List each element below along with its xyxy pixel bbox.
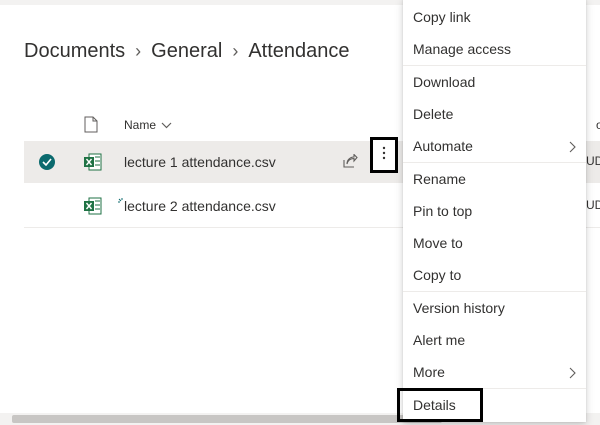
menu-item-label: Download: [413, 74, 476, 90]
chevron-right-icon: [569, 140, 576, 156]
details-highlight-box: [397, 388, 483, 422]
name-column-header[interactable]: Name: [124, 118, 172, 132]
menu-item-rename[interactable]: Rename: [403, 163, 586, 195]
modified-value: UD: [586, 198, 600, 212]
menu-item-version-history[interactable]: Version history: [403, 292, 586, 324]
menu-item-pin-to-top[interactable]: Pin to top: [403, 195, 586, 227]
menu-item-copy-link[interactable]: Copy link: [403, 1, 586, 33]
menu-item-download[interactable]: Download: [403, 66, 586, 98]
share-icon[interactable]: [342, 153, 358, 173]
breadcrumb-general[interactable]: General: [151, 40, 222, 63]
menu-item-more[interactable]: More: [403, 356, 586, 388]
menu-item-move-to[interactable]: Move to: [403, 227, 586, 259]
menu-item-label: Rename: [413, 171, 466, 187]
menu-item-label: Automate: [413, 138, 473, 154]
breadcrumb-attendance: Attendance: [248, 39, 350, 62]
check-icon[interactable]: [39, 154, 55, 170]
menu-item-alert-me[interactable]: Alert me: [403, 324, 586, 356]
menu-item-label: Delete: [413, 106, 454, 122]
excel-icon: [84, 153, 102, 176]
more-actions-button[interactable]: [370, 137, 398, 173]
scrollbar-thumb[interactable]: [12, 415, 442, 423]
name-column-label: Name: [124, 118, 157, 132]
menu-item-label: Version history: [413, 300, 505, 316]
menu-item-label: More: [413, 364, 445, 380]
modified-value: UD: [586, 154, 600, 168]
menu-item-manage-access[interactable]: Manage access: [403, 33, 586, 65]
menu-item-label: Copy to: [413, 267, 462, 283]
chevron-right-icon: [569, 366, 576, 382]
file-name[interactable]: lecture 2 attendance.csv: [124, 198, 276, 214]
more-icon: [382, 146, 386, 165]
menu-item-label: Move to: [413, 235, 463, 251]
file-icon[interactable]: [84, 116, 98, 138]
menu-item-label: Alert me: [413, 332, 466, 348]
menu-item-copy-to[interactable]: Copy to: [403, 259, 586, 291]
chevron-down-icon: [161, 118, 172, 132]
excel-icon: [84, 197, 102, 220]
menu-item-label: Pin to top: [413, 203, 473, 219]
breadcrumb-separator: ›: [232, 40, 239, 61]
menu-item-label: Manage access: [413, 41, 512, 57]
context-menu: Copy link Manage access Download Delete …: [397, 0, 586, 422]
modified-column-header[interactable]: od: [596, 118, 600, 132]
breadcrumb-separator: ›: [135, 40, 142, 61]
menu-item-label: Copy link: [413, 9, 471, 25]
breadcrumb-documents[interactable]: Documents: [24, 40, 125, 63]
menu-item-delete[interactable]: Delete: [403, 98, 586, 130]
breadcrumb: Documents › General › Attendance: [24, 36, 350, 66]
menu-item-automate[interactable]: Automate: [403, 130, 586, 162]
file-name[interactable]: lecture 1 attendance.csv: [124, 154, 276, 170]
